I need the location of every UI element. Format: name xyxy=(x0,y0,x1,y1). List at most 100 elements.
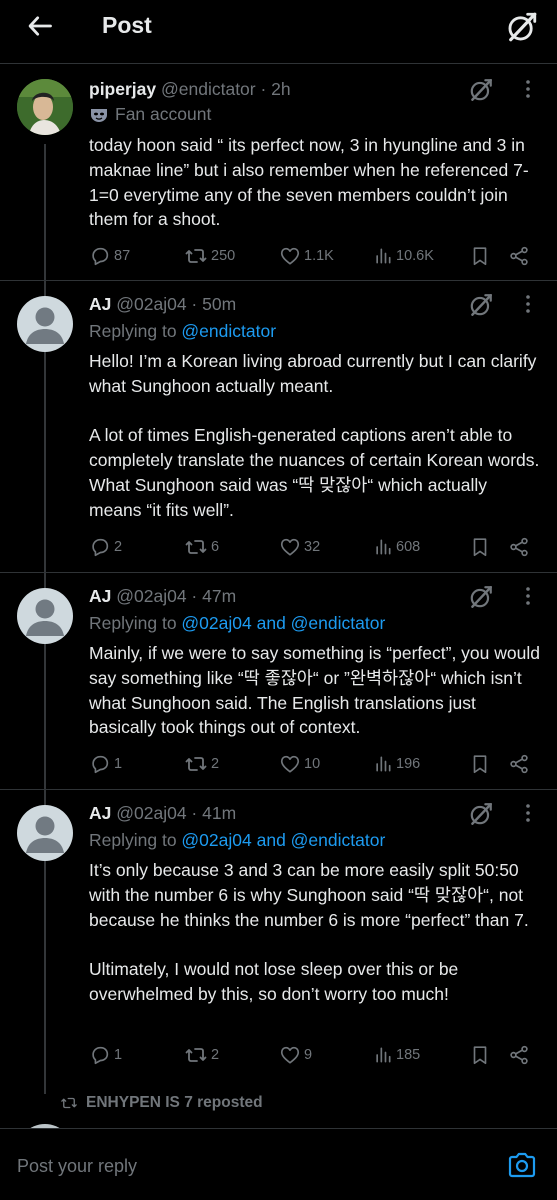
top-bar: Post xyxy=(0,0,557,64)
heart-icon xyxy=(279,753,301,775)
heart-icon xyxy=(279,536,301,558)
default-avatar-icon xyxy=(17,805,73,861)
tweet-header: piperjay @endictator · 2h xyxy=(89,77,291,101)
repost-button[interactable]: 250 xyxy=(184,243,235,269)
handle-time: @02aj04 · 41m xyxy=(116,803,237,823)
repost-button[interactable]: 2 xyxy=(184,751,219,777)
more-button[interactable] xyxy=(519,801,537,827)
action-bar: 87 250 1.1K 10.6K xyxy=(89,243,539,269)
repost-icon xyxy=(184,244,208,268)
share-button[interactable] xyxy=(508,1042,530,1068)
replying-to-label: Replying to xyxy=(89,321,182,341)
like-count: 1.1K xyxy=(304,248,334,264)
tweet-header: AJ @02aj04 · 41m xyxy=(89,801,236,825)
grok-button[interactable] xyxy=(468,77,494,103)
grok-icon xyxy=(505,10,539,44)
more-vertical-icon xyxy=(524,801,532,825)
views-button[interactable]: 185 xyxy=(373,1042,420,1068)
back-button[interactable] xyxy=(22,10,58,42)
reply-input[interactable]: Post your reply xyxy=(17,1156,137,1177)
reply-button[interactable]: 1 xyxy=(89,751,122,777)
grok-button[interactable] xyxy=(505,10,539,44)
grok-icon xyxy=(468,584,494,610)
like-count: 9 xyxy=(304,1047,313,1063)
camera-button[interactable] xyxy=(507,1151,537,1179)
reply-button[interactable]: 1 xyxy=(89,1042,122,1068)
replying-to-mentions[interactable]: @02aj04 and @endictator xyxy=(181,613,385,633)
views-button[interactable]: 10.6K xyxy=(373,243,434,269)
reply-icon xyxy=(89,245,111,267)
display-name[interactable]: AJ xyxy=(89,803,111,823)
divider xyxy=(0,280,557,281)
view-count: 608 xyxy=(396,539,421,555)
reply-composer[interactable]: Post your reply xyxy=(0,1128,557,1200)
repost-count: 2 xyxy=(211,1047,220,1063)
reply-count: 1 xyxy=(114,756,123,772)
like-button[interactable]: 9 xyxy=(279,1042,312,1068)
bookmark-icon xyxy=(469,536,491,558)
tweet-text: Mainly, if we were to say something is “… xyxy=(89,641,541,740)
tweet-paragraph: Ultimately, I would not lose sleep over … xyxy=(89,959,459,1004)
more-button[interactable] xyxy=(519,77,537,103)
display-name[interactable]: AJ xyxy=(89,294,111,314)
grok-icon xyxy=(468,801,494,827)
bookmark-button[interactable] xyxy=(469,243,491,269)
like-count: 10 xyxy=(304,756,321,772)
views-icon xyxy=(373,1045,393,1065)
grok-button[interactable] xyxy=(468,292,494,318)
action-bar: 1 2 9 185 xyxy=(89,1042,539,1068)
bookmark-button[interactable] xyxy=(469,751,491,777)
share-button[interactable] xyxy=(508,751,530,777)
share-icon xyxy=(508,245,530,267)
repost-count: 2 xyxy=(211,756,220,772)
tweet-text: It’s only because 3 and 3 can be more ea… xyxy=(89,858,541,1007)
reply-button[interactable]: 2 xyxy=(89,534,122,560)
reply-icon xyxy=(89,536,111,558)
affiliation-label: Fan account xyxy=(115,104,212,124)
like-button[interactable]: 10 xyxy=(279,751,320,777)
views-button[interactable]: 608 xyxy=(373,534,420,560)
replying-to-mentions[interactable]: @02aj04 and @endictator xyxy=(181,830,385,850)
display-name[interactable]: piperjay xyxy=(89,79,156,99)
like-button[interactable]: 32 xyxy=(279,534,320,560)
reply-count: 2 xyxy=(114,539,123,555)
repost-notice[interactable]: ENHYPEN IS 7 reposted xyxy=(60,1094,263,1112)
display-name[interactable]: AJ xyxy=(89,586,111,606)
tweet-paragraph: today hoon said “ its perfect now, 3 in … xyxy=(89,135,529,230)
grok-button[interactable] xyxy=(468,801,494,827)
bookmark-button[interactable] xyxy=(469,1042,491,1068)
heart-icon xyxy=(279,245,301,267)
bookmark-button[interactable] xyxy=(469,534,491,560)
replying-to-mentions[interactable]: @endictator xyxy=(181,321,276,341)
share-button[interactable] xyxy=(508,243,530,269)
grok-button[interactable] xyxy=(468,584,494,610)
action-bar: 2 6 32 608 xyxy=(89,534,539,560)
replying-to-label: Replying to xyxy=(89,613,182,633)
reply-icon xyxy=(89,1044,111,1066)
repost-icon xyxy=(184,1043,208,1067)
reply-icon xyxy=(89,753,111,775)
views-icon xyxy=(373,537,393,557)
tweet-header: AJ @02aj04 · 50m xyxy=(89,292,236,316)
bookmark-icon xyxy=(469,245,491,267)
avatar[interactable] xyxy=(17,588,73,644)
action-bar: 1 2 10 196 xyxy=(89,751,539,777)
repost-icon xyxy=(184,752,208,776)
handle-time: @02aj04 · 47m xyxy=(116,586,237,606)
tweet-paragraph: Mainly, if we were to say something is “… xyxy=(89,643,540,738)
more-button[interactable] xyxy=(519,292,537,318)
replying-to: Replying to @02aj04 and @endictator xyxy=(89,830,385,851)
avatar[interactable] xyxy=(17,805,73,861)
handle-time: @endictator · 2h xyxy=(161,79,291,99)
repost-button[interactable]: 2 xyxy=(184,1042,219,1068)
reply-button[interactable]: 87 xyxy=(89,243,130,269)
like-button[interactable]: 1.1K xyxy=(279,243,334,269)
more-button[interactable] xyxy=(519,584,537,610)
repost-button[interactable]: 6 xyxy=(184,534,219,560)
views-button[interactable]: 196 xyxy=(373,751,420,777)
share-button[interactable] xyxy=(508,534,530,560)
tweet-text: Hello! I’m a Korean living abroad curren… xyxy=(89,349,541,523)
handle-time: @02aj04 · 50m xyxy=(116,294,237,314)
avatar[interactable] xyxy=(17,296,73,352)
avatar[interactable] xyxy=(17,79,73,135)
